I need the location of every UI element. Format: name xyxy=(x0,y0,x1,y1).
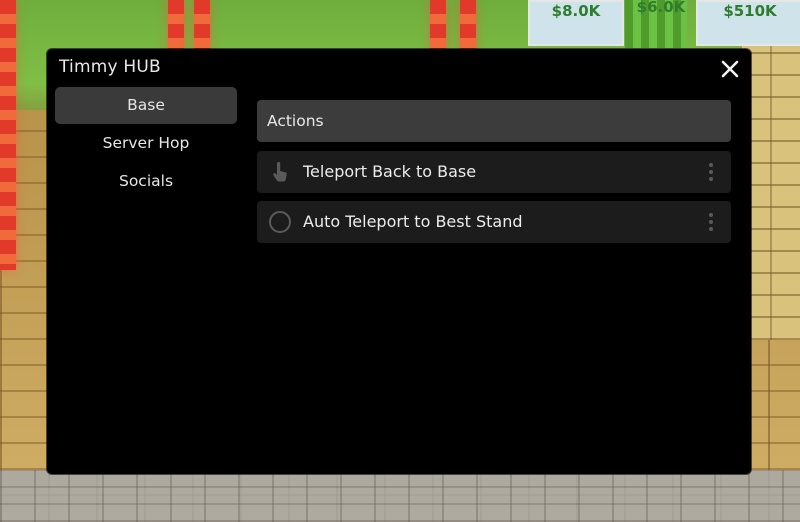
tap-hand-icon xyxy=(268,160,292,184)
auto-teleport-best-stand-toggle[interactable]: Auto Teleport to Best Stand xyxy=(257,201,731,243)
close-button[interactable] xyxy=(718,57,742,81)
section-title: Actions xyxy=(267,112,324,130)
toggle-circle-icon[interactable] xyxy=(268,210,292,234)
title-bar: Timmy HUB xyxy=(47,49,751,87)
sidebar-item-base[interactable]: Base xyxy=(55,87,237,124)
red-pillar xyxy=(430,0,446,55)
action-label: Teleport Back to Base xyxy=(303,162,477,181)
main-content: Actions Teleport Back to Base Auto Telep… xyxy=(257,100,731,243)
sidebar-item-socials[interactable]: Socials xyxy=(55,163,237,200)
price-sign: $8.0K xyxy=(528,0,624,46)
red-pillar xyxy=(0,0,16,270)
more-options-icon[interactable] xyxy=(705,210,717,234)
sidebar-item-label: Base xyxy=(127,96,165,114)
stone-path xyxy=(0,470,800,522)
game-viewport: $8.0K $6.0K $510K Timmy HUB Base Server … xyxy=(0,0,800,522)
sidebar-item-label: Socials xyxy=(118,172,174,190)
action-label: Auto Teleport to Best Stand xyxy=(303,212,523,231)
close-icon xyxy=(721,60,739,78)
teleport-back-to-base-button[interactable]: Teleport Back to Base xyxy=(257,151,731,193)
window-title: Timmy HUB xyxy=(59,57,161,77)
red-pillar xyxy=(460,0,476,55)
price-sign: $6.0K xyxy=(636,0,686,16)
price-sign: $510K xyxy=(696,0,800,46)
sidebar: Base Server Hop Socials xyxy=(55,87,237,467)
more-options-icon[interactable] xyxy=(705,160,717,184)
sidebar-item-label: Server Hop xyxy=(102,134,190,152)
section-header: Actions xyxy=(257,100,731,142)
hub-window: Timmy HUB Base Server Hop Socials Action… xyxy=(47,49,751,474)
sidebar-item-server-hop[interactable]: Server Hop xyxy=(55,125,237,162)
